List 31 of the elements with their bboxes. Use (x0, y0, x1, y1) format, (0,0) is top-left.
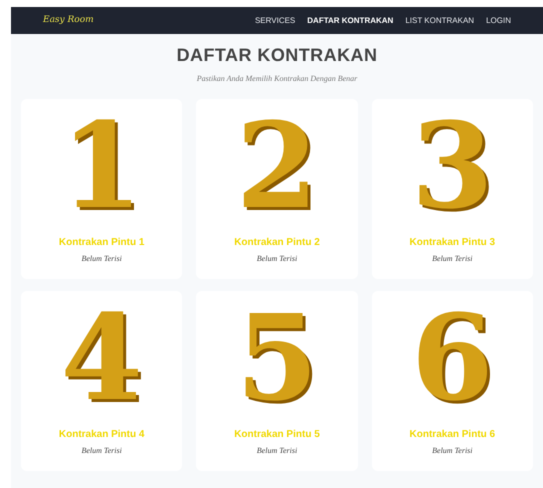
card-title: Kontrakan Pintu 3 (410, 236, 496, 250)
page-subtitle: Pastikan Anda Memilih Kontrakan Dengan Benar (196, 73, 358, 85)
nav-link[interactable]: LIST KONTRAKAN (405, 14, 474, 26)
room-card[interactable]: 3 Kontrakan Pintu 3 Belum Terisi (372, 99, 533, 279)
room-card[interactable]: 5 Kontrakan Pintu 5 Belum Terisi (196, 291, 358, 471)
card-title: Kontrakan Pintu 2 (234, 236, 320, 250)
card-title: Kontrakan Pintu 1 (58, 236, 144, 250)
nav-link[interactable]: SERVICES (254, 14, 296, 26)
nav-link[interactable]: LOGIN (486, 14, 511, 26)
card-status: Belum Terisi (432, 445, 472, 457)
card-status: Belum Terisi (81, 445, 122, 457)
card-status: Belum Terisi (256, 253, 298, 265)
card-title: Kontrakan Pintu 4 (58, 428, 144, 442)
room-card[interactable]: 4 Kontrakan Pintu 4 Belum Terisi (21, 291, 182, 471)
room-number: 1 (60, 101, 143, 231)
card-title: Kontrakan Pintu 5 (234, 428, 320, 442)
brand-logo[interactable]: Easy Room (43, 14, 94, 28)
room-number: 3 (411, 101, 494, 231)
room-number: 4 (60, 293, 143, 423)
room-number: 6 (411, 293, 494, 423)
page-title: DAFTAR KONTRAKAN (176, 44, 378, 67)
room-number: 2 (236, 101, 318, 231)
room-card[interactable]: 6 Kontrakan Pintu 6 Belum Terisi (372, 291, 533, 471)
room-card[interactable]: 2 Kontrakan Pintu 2 Belum Terisi (196, 99, 358, 279)
card-status: Belum Terisi (432, 253, 472, 265)
room-card[interactable]: 1 Kontrakan Pintu 1 Belum Terisi (21, 99, 182, 279)
card-title: Kontrakan Pintu 6 (410, 428, 496, 442)
room-number: 5 (236, 293, 318, 423)
card-status: Belum Terisi (81, 253, 122, 265)
nav-link[interactable]: DAFTAR KONTRAKAN (307, 14, 394, 26)
card-status: Belum Terisi (256, 445, 298, 457)
